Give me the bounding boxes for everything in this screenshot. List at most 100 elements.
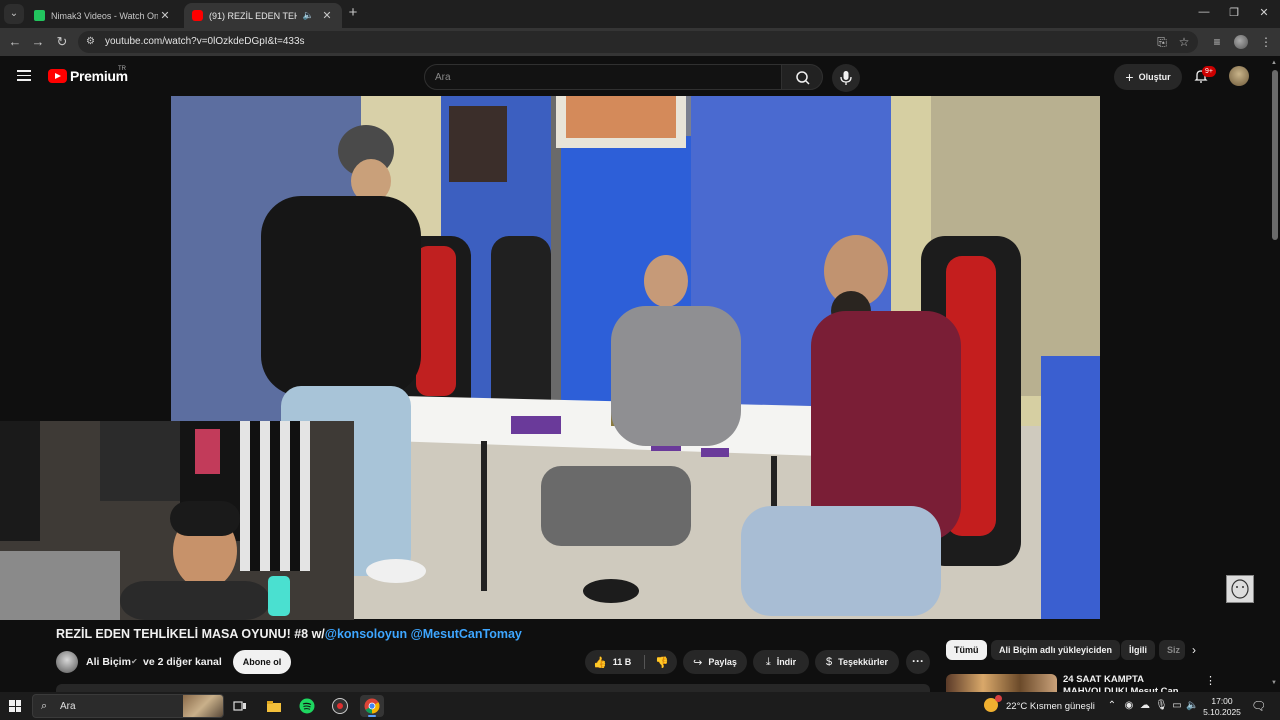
notifications-badge: 9+ — [1202, 66, 1216, 77]
recommendation-thumbnail[interactable] — [946, 674, 1057, 692]
chip-you[interactable]: Siz — [1159, 640, 1185, 660]
search-button[interactable] — [781, 64, 823, 90]
tab-nimak3[interactable]: Nimak3 Videos - Watch On-De ✕ — [26, 3, 180, 28]
clock-time: 17:00 — [1211, 696, 1233, 706]
scroll-down-icon[interactable]: ▼ — [1271, 680, 1277, 686]
tab-youtube[interactable]: (91) REZİL EDEN TEHLİKELİ 🔈 ✕ — [184, 3, 342, 28]
reload-icon[interactable]: ↻ — [54, 34, 70, 50]
webcam-overlay — [0, 421, 354, 620]
speaker-icon[interactable]: 🔈 — [303, 10, 314, 21]
download-label: İndir — [776, 657, 797, 667]
forward-icon[interactable]: → — [30, 34, 46, 50]
close-icon[interactable]: ✕ — [158, 9, 172, 22]
share-button[interactable]: ↪ Paylaş — [683, 650, 747, 674]
thumbs-up-icon: 👍 — [593, 656, 607, 669]
browser-tab-strip: ⌄ Nimak3 Videos - Watch On-De ✕ (91) REZ… — [0, 0, 1280, 28]
new-tab-button[interactable]: + — [345, 5, 361, 21]
webcam-frame-image — [0, 421, 354, 620]
network-icon[interactable]: ▭ — [1171, 700, 1183, 712]
create-label: Oluştur — [1138, 72, 1171, 82]
page-scrollbar[interactable]: ▲ ▼ — [1270, 56, 1280, 692]
youtube-header: Premium TR Ara + Oluştur 9+ — [0, 56, 1270, 96]
thanks-label: Teşekkürler — [838, 657, 888, 667]
file-explorer-icon[interactable] — [262, 695, 286, 717]
address-bar[interactable]: ⚙ youtube.com/watch?v=0lOzkdeDGpI&t=433s — [78, 31, 1198, 53]
download-icon: ⤓ — [765, 655, 771, 668]
watermark-face-icon — [1231, 579, 1249, 599]
media-controls-icon[interactable]: ≡ — [1209, 34, 1225, 50]
taskbar-clock[interactable]: 17:00 5.10.2025 — [1200, 696, 1244, 718]
like-divider — [644, 655, 645, 669]
voice-search-button[interactable] — [832, 64, 860, 92]
collab-channels-link[interactable]: ve 2 diğer kanal — [143, 656, 222, 668]
notification-center-icon[interactable]: 🗨 — [1251, 699, 1266, 713]
recording-app-icon[interactable] — [328, 695, 352, 717]
menu-dots-icon[interactable]: ⋮ — [1258, 34, 1274, 50]
profile-avatar-icon[interactable] — [1234, 35, 1248, 49]
windows-taskbar: ⌕ Ara 22°C Kısmen güneşli ⌃ ◉ ☁ 🎙 ▭ 🔈 17… — [0, 692, 1280, 720]
channel-name[interactable]: Ali Biçim — [86, 656, 131, 668]
spotify-icon[interactable] — [295, 695, 319, 717]
tray-chevron-up-icon[interactable]: ⌃ — [1106, 700, 1118, 712]
windows-start-icon[interactable] — [9, 700, 21, 712]
create-button[interactable]: + Oluştur — [1114, 64, 1182, 90]
nimak3-favicon-icon — [34, 10, 45, 21]
search-placeholder: Ara — [435, 72, 451, 83]
search-input[interactable]: Ara — [424, 64, 782, 90]
channel-watermark[interactable] — [1226, 575, 1254, 603]
dislike-button[interactable]: 👎 — [655, 656, 669, 669]
chip-related[interactable]: İlgili — [1121, 640, 1155, 660]
browser-toolbar: ← → ↻ ⚙ youtube.com/watch?v=0lOzkdeDGpI&… — [0, 28, 1280, 56]
back-icon[interactable]: ← — [7, 34, 23, 50]
title-text: REZİL EDEN TEHLİKELİ MASA OYUNU! #8 w/ — [56, 627, 325, 641]
download-button[interactable]: ⤓ İndir — [753, 650, 809, 674]
youtube-logo-icon[interactable] — [48, 69, 67, 83]
thanks-button[interactable]: $ Teşekkürler — [815, 650, 899, 674]
minimize-icon[interactable]: — — [1196, 6, 1212, 18]
install-app-icon[interactable]: ⎘ — [1154, 34, 1170, 50]
account-avatar[interactable] — [1229, 66, 1249, 86]
microphone-tray-icon[interactable]: 🎙 — [1155, 700, 1168, 712]
like-count: 11 B — [612, 657, 632, 667]
restore-icon[interactable]: ❐ — [1226, 6, 1242, 19]
chip-from-uploader[interactable]: Ali Biçim adlı yükleyiciden — [991, 640, 1121, 660]
scroll-up-icon[interactable]: ▲ — [1271, 60, 1277, 66]
super-thanks-icon: $ — [826, 656, 833, 668]
more-actions-button[interactable]: ··· — [906, 650, 930, 674]
like-button[interactable]: 👍 11 B — [593, 656, 631, 669]
video-title: REZİL EDEN TEHLİKELİ MASA OYUNU! #8 w/@k… — [56, 627, 522, 641]
taskbar-search-text: Ara — [60, 701, 76, 712]
bookmark-star-icon[interactable]: ☆ — [1176, 34, 1192, 50]
recommendation-menu-icon[interactable]: ⋮ — [1205, 674, 1216, 687]
youtube-favicon-icon — [192, 10, 203, 21]
verified-check-icon: ✔ — [131, 657, 138, 666]
tray-app-icon[interactable]: ◉ — [1123, 700, 1135, 712]
recommendation-title[interactable]: 24 SAAT KAMPTA MAHVOLDUK! Mesut Can — [1063, 674, 1183, 692]
url-text[interactable]: youtube.com/watch?v=0lOzkdeDGpI&t=433s — [105, 36, 305, 47]
close-icon[interactable]: ✕ — [320, 9, 334, 22]
volume-icon[interactable]: 🔈 — [1186, 700, 1198, 712]
like-dislike-group: 👍 11 B 👎 — [585, 650, 677, 674]
tab-search-button[interactable]: ⌄ — [4, 4, 24, 24]
menu-icon[interactable] — [17, 70, 31, 81]
weather-alert-badge — [995, 695, 1002, 702]
tab-title: (91) REZİL EDEN TEHLİKELİ — [209, 10, 297, 21]
share-arrow-icon: ↪ — [693, 656, 703, 669]
close-window-icon[interactable]: ✕ — [1256, 6, 1272, 19]
title-mentions-link[interactable]: @konsoloyun @MesutCanTomay — [325, 627, 522, 641]
chip-all[interactable]: Tümü — [946, 640, 987, 660]
chevron-right-icon[interactable]: › — [1192, 643, 1196, 657]
share-label: Paylaş — [708, 657, 737, 667]
search-icon: ⌕ — [41, 700, 48, 712]
chrome-icon[interactable] — [360, 695, 384, 717]
search-highlight-image — [183, 695, 223, 717]
site-info-icon[interactable]: ⚙ — [86, 36, 95, 47]
scroll-thumb[interactable] — [1272, 70, 1278, 240]
taskbar-search-input[interactable]: ⌕ Ara — [32, 694, 224, 718]
onedrive-cloud-icon[interactable]: ☁ — [1139, 700, 1151, 712]
channel-avatar[interactable] — [56, 651, 78, 673]
subscribe-button[interactable]: Abone ol — [233, 650, 291, 674]
task-view-icon[interactable] — [228, 695, 252, 717]
weather-text[interactable]: 22°C Kısmen güneşli — [1006, 701, 1095, 712]
clock-date: 5.10.2025 — [1203, 707, 1241, 717]
